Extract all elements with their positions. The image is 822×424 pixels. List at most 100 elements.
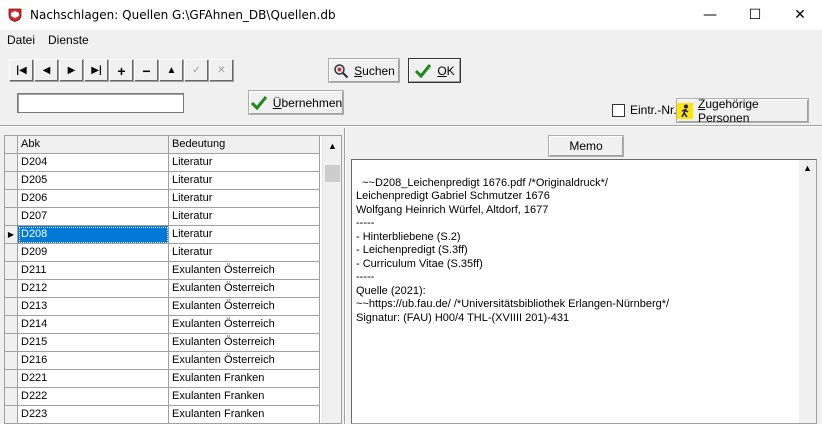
ok-button[interactable]: OK [408, 58, 461, 83]
cell-bedeutung[interactable]: Literatur [169, 190, 320, 208]
row-indicator[interactable]: ▶ [5, 226, 18, 244]
nav-prior-button[interactable]: ◀ [34, 59, 59, 82]
row-indicator[interactable] [5, 316, 18, 334]
table-row[interactable]: D209 Literatur [5, 244, 320, 262]
cell-bedeutung[interactable]: Literatur [169, 172, 320, 190]
cell-abk[interactable]: D208 [18, 226, 169, 244]
cell-bedeutung[interactable]: Literatur [169, 226, 320, 244]
cell-bedeutung[interactable]: Exulanten Österreich [169, 316, 320, 334]
nav-next-button[interactable]: ▶ [59, 59, 84, 82]
menu-datei[interactable]: Datei [0, 30, 41, 50]
close-button[interactable]: ✕ [777, 0, 822, 30]
cell-abk[interactable]: D216 [18, 352, 169, 370]
table-row[interactable]: D206 Literatur [5, 190, 320, 208]
uebernehmen-button[interactable]: Übernehmen [248, 90, 344, 115]
table-row[interactable]: ▶ D208 Literatur [5, 226, 320, 244]
nav-last-button[interactable]: ▶| [84, 59, 109, 82]
zugehoerige-personen-button[interactable]: Zugehörige Personen [676, 97, 809, 125]
header-indicator-cell [5, 136, 18, 154]
app-icon [8, 8, 22, 22]
memo-scrollbar[interactable]: ▲ [799, 160, 816, 423]
cell-abk[interactable]: D207 [18, 208, 169, 226]
search-input[interactable] [17, 93, 184, 113]
row-indicator[interactable] [5, 352, 18, 370]
column-header-abk[interactable]: Abk [18, 136, 169, 154]
nav-post-button[interactable]: ✓ [184, 59, 209, 82]
scroll-up-arrow-icon[interactable]: ▲ [323, 136, 341, 155]
row-indicator[interactable] [5, 406, 18, 423]
cell-abk[interactable]: D214 [18, 316, 169, 334]
grid-scrollbar[interactable]: ▲ [322, 136, 341, 423]
cell-bedeutung[interactable]: Exulanten Franken [169, 406, 320, 423]
minimize-button[interactable]: — [687, 0, 733, 30]
table-row[interactable]: D213 Exulanten Österreich [5, 298, 320, 316]
memo-textarea[interactable]: ~~D208_Leichenpredigt 1676.pdf /*Origina… [351, 159, 817, 424]
cell-bedeutung[interactable]: Exulanten Franken [169, 370, 320, 388]
table-row[interactable]: D221 Exulanten Franken [5, 370, 320, 388]
nav-delete-button[interactable]: − [134, 59, 159, 82]
nav-cancel-button[interactable]: ✕ [209, 59, 234, 82]
row-indicator[interactable] [5, 244, 18, 262]
magnifier-icon [333, 63, 349, 79]
cell-abk[interactable]: D222 [18, 388, 169, 406]
cell-abk[interactable]: D221 [18, 370, 169, 388]
row-indicator[interactable] [5, 370, 18, 388]
person-icon [677, 102, 693, 119]
pane-splitter[interactable] [344, 128, 346, 424]
cell-abk[interactable]: D204 [18, 154, 169, 172]
cell-bedeutung[interactable]: Exulanten Österreich [169, 298, 320, 316]
table-row[interactable]: D216 Exulanten Österreich [5, 352, 320, 370]
maximize-button[interactable]: ☐ [732, 0, 778, 30]
row-indicator[interactable] [5, 262, 18, 280]
row-indicator[interactable] [5, 334, 18, 352]
table-row[interactable]: D215 Exulanten Österreich [5, 334, 320, 352]
row-indicator[interactable] [5, 154, 18, 172]
cell-bedeutung[interactable]: Literatur [169, 154, 320, 172]
cell-bedeutung[interactable]: Literatur [169, 208, 320, 226]
cell-bedeutung[interactable]: Exulanten Franken [169, 388, 320, 406]
cell-bedeutung[interactable]: Exulanten Österreich [169, 352, 320, 370]
cell-bedeutung[interactable]: Exulanten Österreich [169, 262, 320, 280]
memo-button[interactable]: Memo [548, 135, 624, 157]
table-row[interactable]: D204 Literatur [5, 154, 320, 172]
menu-bar: Datei Dienste [0, 30, 822, 50]
menu-dienste[interactable]: Dienste [41, 30, 95, 50]
table-row[interactable]: D222 Exulanten Franken [5, 388, 320, 406]
nav-insert-button[interactable]: + [109, 59, 134, 82]
scroll-thumb[interactable] [325, 165, 340, 182]
grid-header: Abk Bedeutung [5, 136, 320, 154]
cell-abk[interactable]: D205 [18, 172, 169, 190]
ok-label: OK [437, 63, 455, 78]
row-indicator[interactable] [5, 208, 18, 226]
eintr-nr-label: Eintr.-Nr. [630, 103, 677, 117]
cell-abk[interactable]: D215 [18, 334, 169, 352]
nav-edit-button[interactable]: ▲ [159, 59, 184, 82]
row-indicator[interactable] [5, 172, 18, 190]
cell-abk[interactable]: D213 [18, 298, 169, 316]
table-row[interactable]: D207 Literatur [5, 208, 320, 226]
nav-first-button[interactable]: |◀ [9, 59, 34, 82]
table-row[interactable]: D223 Exulanten Franken [5, 406, 320, 423]
cell-abk[interactable]: D211 [18, 262, 169, 280]
table-row[interactable]: D211 Exulanten Österreich [5, 262, 320, 280]
eintr-nr-checkbox[interactable] [612, 104, 625, 117]
row-indicator[interactable] [5, 298, 18, 316]
scroll-up-arrow-icon[interactable]: ▲ [799, 160, 816, 177]
cell-abk[interactable]: D223 [18, 406, 169, 423]
table-row[interactable]: D205 Literatur [5, 172, 320, 190]
column-header-bedeutung[interactable]: Bedeutung [169, 136, 320, 154]
table-row[interactable]: D214 Exulanten Österreich [5, 316, 320, 334]
sources-grid[interactable]: Abk Bedeutung D204 Literatur D205 Literatur… [4, 135, 342, 424]
cell-bedeutung[interactable]: Exulanten Österreich [169, 334, 320, 352]
row-indicator[interactable] [5, 388, 18, 406]
window-title: Nachschlagen: Quellen G:\GFAhnen_DB\Quel… [30, 8, 336, 22]
cell-bedeutung[interactable]: Literatur [169, 244, 320, 262]
row-indicator[interactable] [5, 280, 18, 298]
cell-abk[interactable]: D209 [18, 244, 169, 262]
cell-bedeutung[interactable]: Exulanten Österreich [169, 280, 320, 298]
row-indicator[interactable] [5, 190, 18, 208]
cell-abk[interactable]: D212 [18, 280, 169, 298]
table-row[interactable]: D212 Exulanten Österreich [5, 280, 320, 298]
suchen-button[interactable]: Suchen [328, 58, 400, 83]
cell-abk[interactable]: D206 [18, 190, 169, 208]
